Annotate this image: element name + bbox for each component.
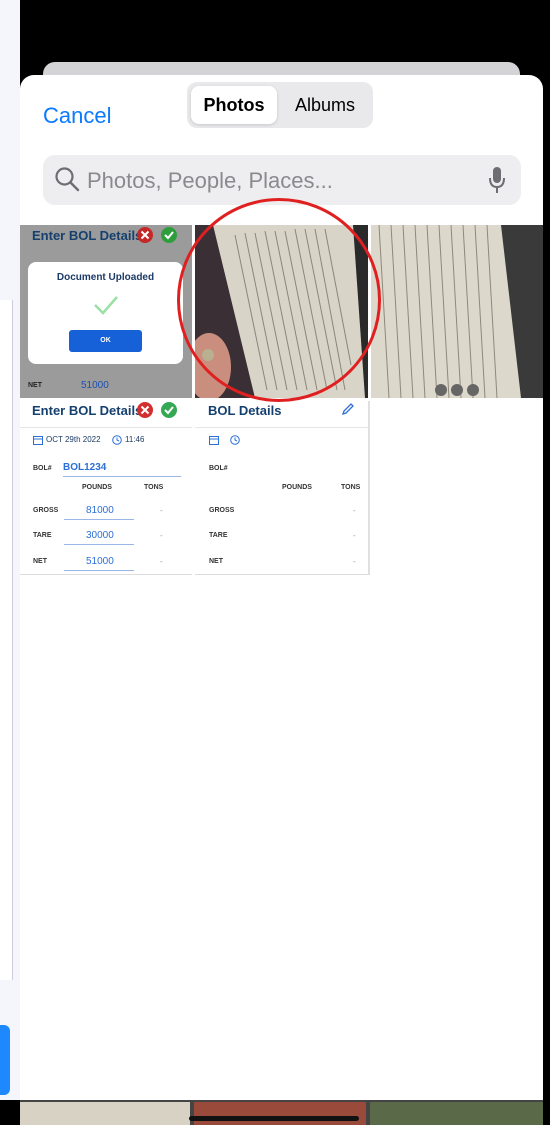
photo-thumbnail-document-closeup[interactable] (371, 225, 543, 398)
gross-value: 81000 (86, 505, 114, 516)
photo-thumbnail-bol-form-filled[interactable]: Enter BOL Details OCT 29th 2022 11:46 BO… (20, 401, 192, 575)
thumb-title: Enter BOL Details (32, 228, 143, 243)
net-label: NET (209, 558, 223, 565)
search-input[interactable] (85, 161, 469, 201)
net-value: 51000 (86, 556, 114, 567)
background-panel (0, 300, 13, 980)
close-icon (137, 402, 153, 418)
photo-picker-sheet: Cancel Photos Albums Enter BOL Details D… (20, 75, 543, 1100)
net-label: NET (33, 558, 47, 565)
clock-icon (112, 435, 122, 445)
close-icon (137, 227, 153, 243)
net-label: NET (28, 382, 42, 389)
tons-header: TONS (341, 484, 361, 491)
tare-label: TARE (209, 532, 228, 539)
tare-underline (64, 544, 134, 545)
search-icon (55, 167, 80, 192)
edit-pencil-icon (341, 403, 354, 416)
gross-tons: - (353, 506, 356, 515)
photo-grid: Enter BOL Details Document Uploaded OK N… (20, 225, 543, 575)
home-indicator[interactable] (189, 1116, 359, 1121)
background-app-edge (0, 0, 20, 1100)
check-icon (161, 402, 177, 418)
background-photo-strip (20, 1100, 543, 1125)
photo-thumbnail-upload-screenshot[interactable]: Enter BOL Details Document Uploaded OK N… (20, 225, 192, 398)
document-photo-image (195, 225, 368, 398)
upload-dialog: Document Uploaded OK (28, 262, 183, 364)
tare-tons: - (160, 531, 163, 540)
thumb-title: BOL Details (208, 403, 282, 418)
bol-label: BOL# (209, 465, 228, 472)
net-tons: - (160, 557, 163, 566)
net-tons: - (153, 381, 156, 390)
dialog-title: Document Uploaded (56, 272, 155, 283)
photo-thumbnail-bol-form-empty[interactable]: BOL Details BOL# POUNDS TONS GROSS - TAR… (195, 401, 370, 575)
pounds-header: POUNDS (82, 484, 112, 491)
calendar-icon (209, 436, 219, 445)
strip-photo-note (20, 1102, 190, 1125)
background-button (0, 1025, 10, 1095)
bol-value: BOL1234 (63, 462, 107, 473)
thumb-title: Enter BOL Details (32, 403, 143, 418)
strip-photo-house (194, 1102, 366, 1125)
tare-value: 30000 (86, 530, 114, 541)
form-date: OCT 29th 2022 (46, 435, 101, 444)
net-tons: - (353, 557, 356, 566)
cancel-button[interactable]: Cancel (43, 103, 111, 129)
segmented-control: Photos Albums (187, 82, 373, 128)
strip-photo-yard (370, 1102, 543, 1125)
microphone-icon[interactable] (488, 166, 506, 194)
check-icon (161, 227, 177, 243)
tare-label: TARE (33, 532, 52, 539)
tons-header: TONS (144, 484, 164, 491)
pounds-header: POUNDS (282, 484, 312, 491)
bol-underline (63, 476, 181, 477)
calendar-icon (33, 436, 43, 445)
tab-albums[interactable]: Albums (281, 86, 369, 124)
clock-icon (230, 435, 240, 445)
document-closeup-image (371, 225, 543, 398)
gross-label: GROSS (33, 507, 59, 514)
gross-label: GROSS (209, 507, 235, 514)
gross-tons: - (160, 506, 163, 515)
dialog-ok-button: OK (69, 330, 142, 352)
tab-photos[interactable]: Photos (191, 86, 277, 124)
bol-label: BOL# (33, 465, 52, 472)
tare-tons: - (353, 531, 356, 540)
search-bar (43, 155, 521, 205)
net-value: 51000 (81, 380, 109, 391)
photo-thumbnail-document-hand[interactable] (195, 225, 368, 398)
net-underline (64, 570, 134, 571)
gross-underline (64, 519, 134, 520)
form-time: 11:46 (125, 435, 145, 444)
success-check-icon (94, 296, 118, 315)
